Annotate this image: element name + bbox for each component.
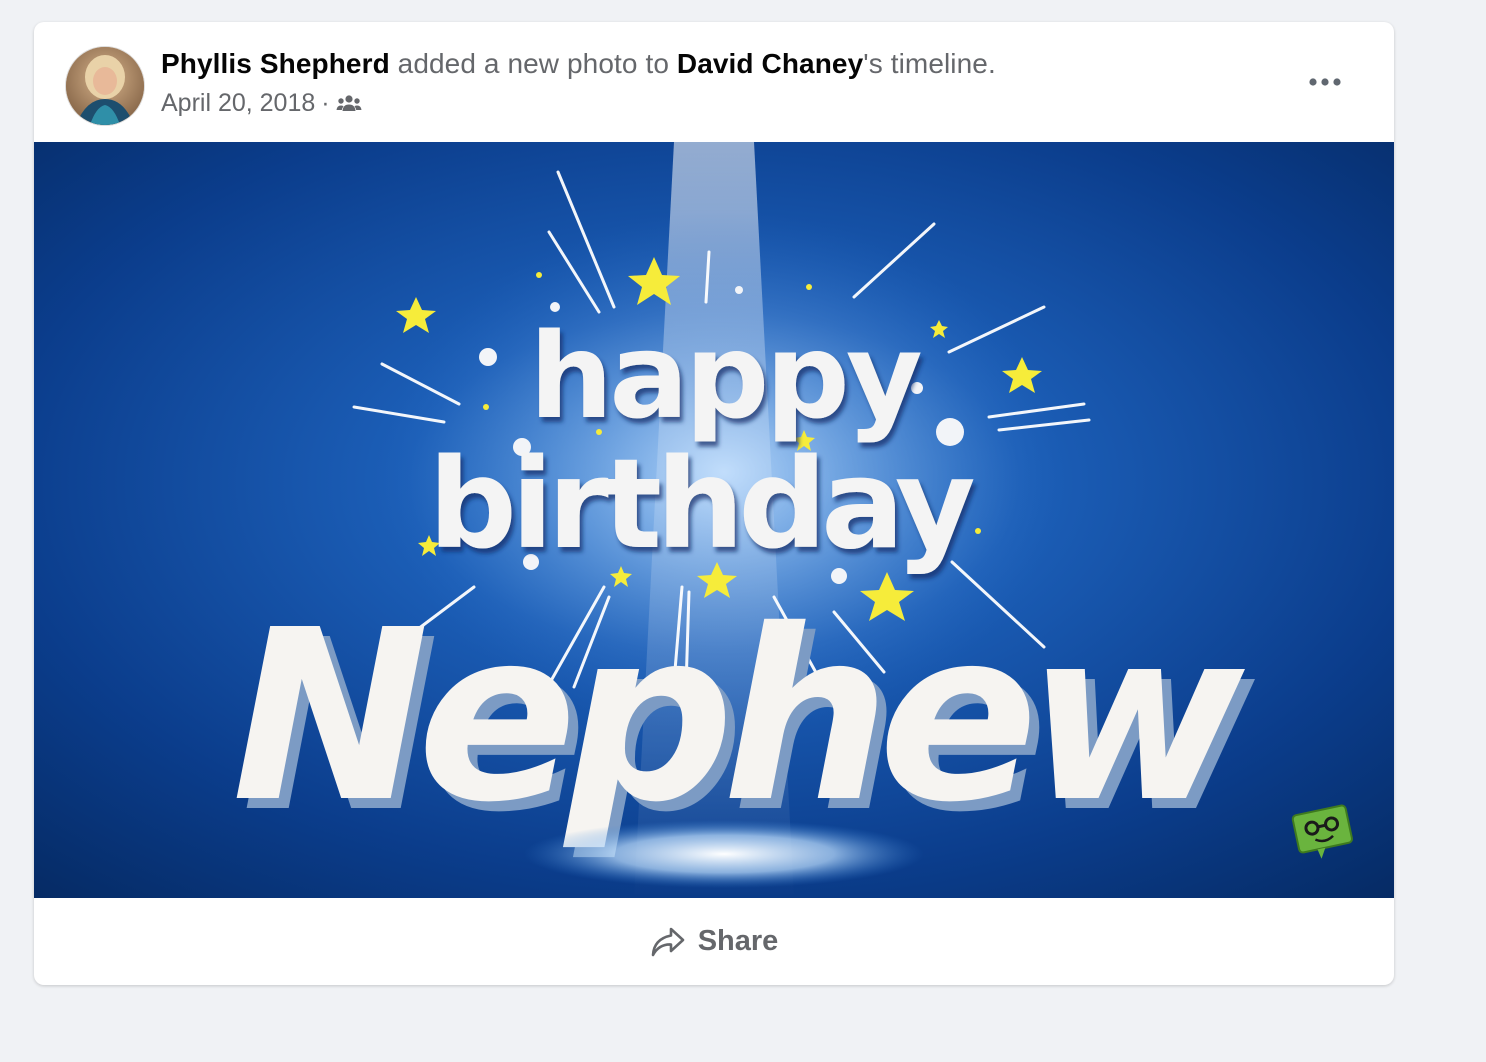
post-meta: April 20, 2018 · — [161, 89, 362, 118]
photo-text-nephew: Nephew — [232, 579, 1246, 854]
friends-icon[interactable] — [336, 94, 362, 114]
target-name-link[interactable]: David Chaney — [677, 48, 863, 79]
post-card: Phyllis Shepherd added a new photo to Da… — [34, 22, 1394, 985]
meta-separator: · — [321, 89, 330, 117]
post-photo[interactable]: happy birthday Nephew Nephew — [34, 142, 1394, 898]
post-date-link[interactable]: April 20, 2018 — [161, 89, 315, 118]
suffix-text: 's timeline. — [863, 48, 996, 79]
more-options-button[interactable] — [1296, 62, 1356, 102]
photo-text-birthday: birthday — [428, 433, 974, 577]
post-actions: Share — [34, 898, 1394, 985]
share-button[interactable]: Share — [630, 917, 799, 966]
post-header: Phyllis Shepherd added a new photo to Da… — [34, 22, 1394, 142]
action-text: added a new photo to — [389, 48, 677, 79]
photo-text-happy: happy — [529, 307, 921, 445]
author-avatar[interactable] — [65, 46, 145, 126]
share-arrow-icon — [651, 927, 684, 956]
post-headline: Phyllis Shepherd added a new photo to Da… — [161, 48, 996, 80]
share-label: Share — [697, 925, 779, 957]
more-options-icon — [1309, 78, 1341, 86]
author-name-link[interactable]: Phyllis Shepherd — [161, 48, 390, 79]
